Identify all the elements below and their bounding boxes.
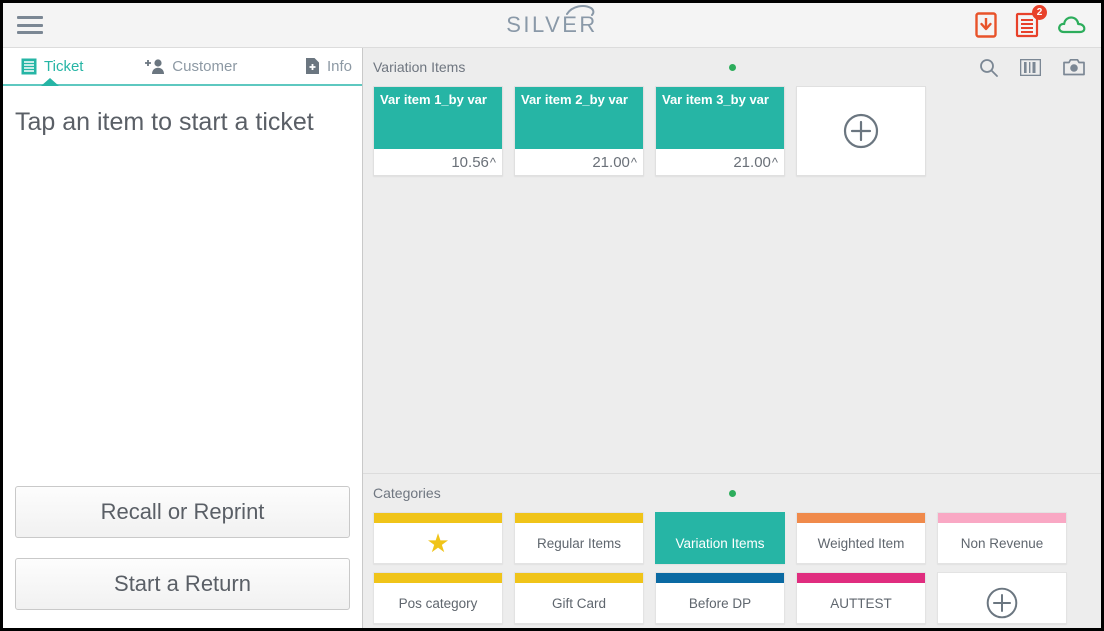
category-tile-gift-card[interactable]: Gift Card [514, 572, 644, 624]
item-variation-caret-icon: ^ [489, 154, 496, 170]
tab-customer[interactable]: Customer [135, 58, 247, 75]
page-dot[interactable] [728, 63, 736, 71]
category-tile-label: Regular Items [536, 535, 622, 551]
active-tab-indicator [41, 78, 59, 86]
category-tile-label: Weighted Item [817, 535, 905, 551]
catalog-panel: Variation Items Var item 1_by var 10.56 … [363, 48, 1101, 628]
header-icon-group: 2 [975, 5, 1087, 38]
plus-circle-icon [843, 113, 879, 149]
category-color-bar [656, 573, 784, 583]
open-tickets-badge: 2 [1032, 5, 1047, 20]
category-color-bar [938, 513, 1066, 523]
ticket-panel: Ticket Customer Info Tap an item to star… [3, 48, 363, 628]
category-color-bar [656, 513, 784, 523]
categories-row: ★ Regular Items Variation Items Weighted… [373, 512, 1091, 564]
hamburger-line [17, 23, 43, 27]
item-tile-name: Var item 1_by var [374, 87, 502, 149]
category-tile-label: AUTTEST [830, 595, 892, 611]
ticket-action-buttons: Recall or Reprint Start a Return [3, 486, 362, 628]
info-document-add-icon [305, 57, 320, 75]
recall-or-reprint-button[interactable]: Recall or Reprint [15, 486, 350, 538]
cloud-sync-icon[interactable] [1057, 14, 1087, 36]
items-grid: Var item 1_by var 10.56 ^ Var item 2_by … [363, 86, 1101, 473]
item-tile-price: 21.00 [733, 153, 771, 171]
item-tile-price: 21.00 [592, 153, 630, 171]
barcode-icon[interactable] [1019, 58, 1042, 76]
open-tickets-receipt-icon[interactable]: 2 [1015, 5, 1047, 38]
hamburger-menu-icon[interactable] [17, 16, 43, 34]
category-tile-favorites[interactable]: ★ [373, 512, 503, 564]
category-tile-label: Pos category [398, 595, 478, 611]
category-color-bar [374, 573, 502, 583]
items-row: Var item 1_by var 10.56 ^ Var item 2_by … [373, 86, 1091, 176]
tab-ticket-label: Ticket [44, 57, 84, 75]
item-tile-price: 10.56 [451, 153, 489, 171]
category-tile-label: ★ [374, 523, 502, 563]
ticket-items-area [3, 137, 362, 486]
star-icon: ★ [426, 528, 450, 558]
item-tile-name: Var item 2_by var [515, 87, 643, 149]
categories-section: Categories ★ Regular Items Variation Ite… [363, 473, 1101, 628]
item-tile[interactable]: Var item 3_by var 21.00 ^ [655, 86, 785, 176]
category-color-bar [797, 573, 925, 583]
item-tile-price-row: 21.00 ^ [656, 149, 784, 175]
item-variation-caret-icon: ^ [630, 154, 637, 170]
brand-logo-wrap: SILVER [3, 3, 1101, 47]
ticket-tab-bar: Ticket Customer Info [3, 48, 362, 86]
app-header: SILVER 2 [3, 3, 1101, 48]
category-color-bar [797, 513, 925, 523]
category-tile-label: Variation Items [656, 523, 784, 563]
start-a-return-button[interactable]: Start a Return [15, 558, 350, 610]
category-tile-before-dp[interactable]: Before DP [655, 572, 785, 624]
categories-page-indicator [363, 489, 1101, 497]
brand-logo-roof-icon [565, 5, 595, 16]
add-item-tile[interactable] [796, 86, 926, 176]
categories-row: Pos category Gift Card Before DP AUTTEST [373, 572, 1091, 624]
category-color-bar [938, 573, 1066, 583]
item-tile-price-row: 21.00 ^ [515, 149, 643, 175]
tab-customer-label: Customer [172, 57, 238, 75]
categories-grid: ★ Regular Items Variation Items Weighted… [363, 512, 1101, 624]
hamburger-line [17, 31, 43, 34]
categories-section-header: Categories [363, 474, 1101, 512]
tab-info-label: Info [326, 57, 352, 75]
item-tile[interactable]: Var item 2_by var 21.00 ^ [514, 86, 644, 176]
add-category-tile[interactable] [937, 572, 1067, 624]
items-section-header: Variation Items [363, 48, 1101, 86]
category-tile-weighted-item[interactable]: Weighted Item [796, 512, 926, 564]
search-icon[interactable] [979, 58, 998, 77]
offline-download-icon[interactable] [975, 12, 997, 38]
category-tile-non-revenue[interactable]: Non Revenue [937, 512, 1067, 564]
category-tile-label: Gift Card [551, 595, 606, 611]
category-tile-variation-items[interactable]: Variation Items [655, 512, 785, 564]
add-category-label [938, 583, 1066, 623]
add-customer-icon [145, 58, 165, 75]
tab-ticket[interactable]: Ticket [11, 58, 93, 75]
categories-section-title: Categories [373, 485, 441, 501]
items-section-title: Variation Items [373, 59, 466, 75]
item-tile-price-row: 10.56 ^ [374, 149, 502, 175]
item-tile-name: Var item 3_by var [656, 87, 784, 149]
pos-app-window: SILVER 2 Ticket Customer Info Tap an ite… [0, 0, 1104, 631]
tab-info[interactable]: Info [295, 57, 362, 75]
category-tile-label: Before DP [688, 595, 752, 611]
hamburger-line [17, 16, 43, 19]
app-body: Ticket Customer Info Tap an item to star… [3, 48, 1101, 628]
category-tile-regular-items[interactable]: Regular Items [514, 512, 644, 564]
category-tile-label: Non Revenue [960, 535, 1044, 551]
catalog-toolbar [979, 58, 1085, 77]
ticket-empty-message: Tap an item to start a ticket [15, 108, 314, 136]
category-color-bar [515, 573, 643, 583]
category-tile-auttest[interactable]: AUTTEST [796, 572, 926, 624]
ticket-receipt-icon [21, 58, 37, 75]
page-dot[interactable] [728, 489, 736, 497]
item-variation-caret-icon: ^ [771, 154, 778, 170]
camera-icon[interactable] [1063, 58, 1085, 76]
category-tile-pos-category[interactable]: Pos category [373, 572, 503, 624]
category-color-bar [374, 513, 502, 523]
plus-circle-icon [986, 587, 1018, 619]
category-color-bar [515, 513, 643, 523]
brand-logo: SILVER [506, 5, 598, 38]
item-tile[interactable]: Var item 1_by var 10.56 ^ [373, 86, 503, 176]
